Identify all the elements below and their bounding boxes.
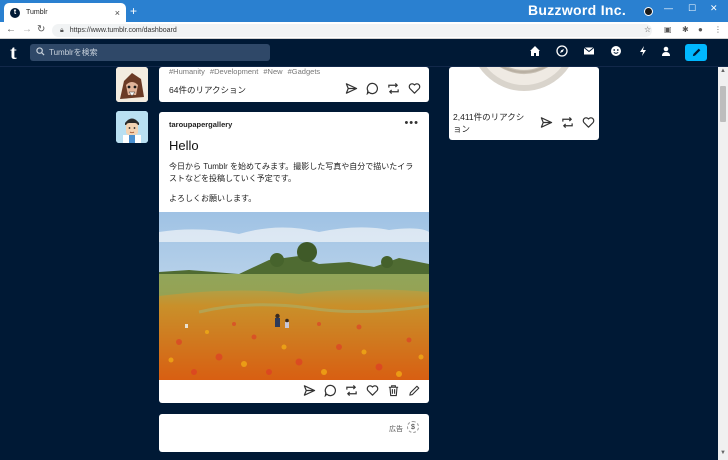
reply-icon[interactable] [366, 82, 379, 95]
back-icon[interactable]: ← [6, 24, 16, 35]
minimize-button[interactable]: — [664, 3, 673, 13]
sidebar-post-card: 2,411件のリアクション [449, 67, 599, 140]
post-tags[interactable]: #Humanity #Development #New #Gadgets [169, 67, 320, 76]
post-previous: #Humanity #Development #New #Gadgets 64件… [159, 67, 429, 102]
sidebar-post-actions [532, 116, 595, 129]
like-icon[interactable] [408, 82, 421, 95]
bookmark-star-icon[interactable]: ☆ [644, 25, 651, 34]
reload-icon[interactable]: ↻ [37, 24, 45, 35]
pencil-icon [692, 48, 700, 57]
reaction-count[interactable]: 64件のリアクション [169, 84, 246, 96]
blog-name[interactable]: taroupapergallery [169, 120, 232, 129]
post-actions [337, 82, 421, 95]
search-input[interactable] [49, 48, 249, 57]
address-bar[interactable]: 🔒︎ https://www.tumblr.com/dashboard [52, 24, 652, 37]
browser-tab[interactable]: t Tumblr × [4, 3, 126, 22]
extension-icon[interactable]: ▣ [664, 25, 672, 34]
reblog-icon[interactable] [387, 82, 400, 95]
browser-profile-icon[interactable] [644, 7, 653, 16]
sponsored-icon[interactable]: $ [407, 421, 419, 433]
post-body-paragraph: 今日から Tumblr を始めてみます。撮影した写真や自分で描いたイラストなどを… [169, 162, 414, 183]
like-icon[interactable] [366, 384, 379, 397]
account-circle-icon[interactable]: ● [698, 25, 703, 34]
post-title: Hello [169, 138, 199, 153]
brand-watermark: Buzzword Inc. [528, 2, 627, 18]
tumblr-logo[interactable]: t [10, 42, 17, 65]
ad-label: 広告 [389, 426, 403, 433]
messages-icon[interactable] [610, 45, 622, 60]
maximize-button[interactable]: ☐ [688, 3, 696, 14]
url-text: https://www.tumblr.com/dashboard [69, 27, 177, 34]
new-tab-button[interactable]: + [130, 4, 137, 18]
reply-icon[interactable] [324, 384, 337, 397]
scrollbar-track[interactable] [718, 67, 728, 460]
inbox-icon[interactable] [583, 45, 595, 60]
search-bar[interactable] [30, 44, 270, 61]
scrollbar-thumb[interactable] [720, 86, 726, 122]
edit-icon[interactable] [408, 384, 421, 397]
avatar-taroupapergallery[interactable] [116, 111, 148, 143]
tab-close-icon[interactable]: × [115, 8, 120, 18]
account-icon[interactable] [660, 45, 672, 60]
delete-icon[interactable] [387, 384, 400, 397]
post-photo-flower-field[interactable] [159, 212, 429, 380]
post-actions [295, 384, 421, 397]
forward-icon[interactable]: → [22, 24, 32, 35]
puzzle-icon[interactable]: ✱ [682, 25, 689, 34]
browser-tab-strip: t Tumblr × + Buzzword Inc. — ☐ ✕ [0, 0, 728, 22]
reblog-icon[interactable] [345, 384, 358, 397]
compose-button[interactable] [685, 44, 707, 61]
sidebar-reaction-count[interactable]: 2,411件のリアクション [453, 111, 531, 135]
close-window-button[interactable]: ✕ [710, 3, 718, 14]
avatar-top[interactable] [116, 67, 148, 102]
scroll-up-icon[interactable]: ▲ [720, 68, 726, 74]
explore-icon[interactable] [556, 45, 568, 60]
tumblr-favicon-icon: t [10, 7, 20, 18]
lock-icon: 🔒︎ [60, 26, 64, 34]
like-icon[interactable] [582, 116, 595, 129]
share-icon[interactable] [345, 82, 358, 95]
reblog-icon[interactable] [561, 116, 574, 129]
tumblr-header: t [0, 39, 728, 67]
post-hello: taroupapergallery ••• Hello 今日から Tumblr … [159, 112, 429, 403]
share-icon[interactable] [303, 384, 316, 397]
home-icon[interactable] [529, 45, 541, 60]
tab-title: Tumblr [26, 9, 48, 16]
share-icon[interactable] [540, 116, 553, 129]
sidebar-post-image[interactable] [469, 67, 579, 93]
browser-toolbar: ← → ↻ 🔒︎ https://www.tumblr.com/dashboar… [0, 22, 728, 39]
post-ad: 広告 $ [159, 414, 429, 452]
scroll-down-icon[interactable]: ▼ [720, 450, 726, 456]
activity-icon[interactable] [637, 45, 649, 60]
more-options-icon[interactable]: ••• [404, 117, 419, 129]
post-body-paragraph-2: よろしくお願いします。 [169, 194, 257, 203]
menu-dots-icon[interactable]: ⋮ [714, 25, 722, 34]
search-icon [36, 47, 45, 58]
